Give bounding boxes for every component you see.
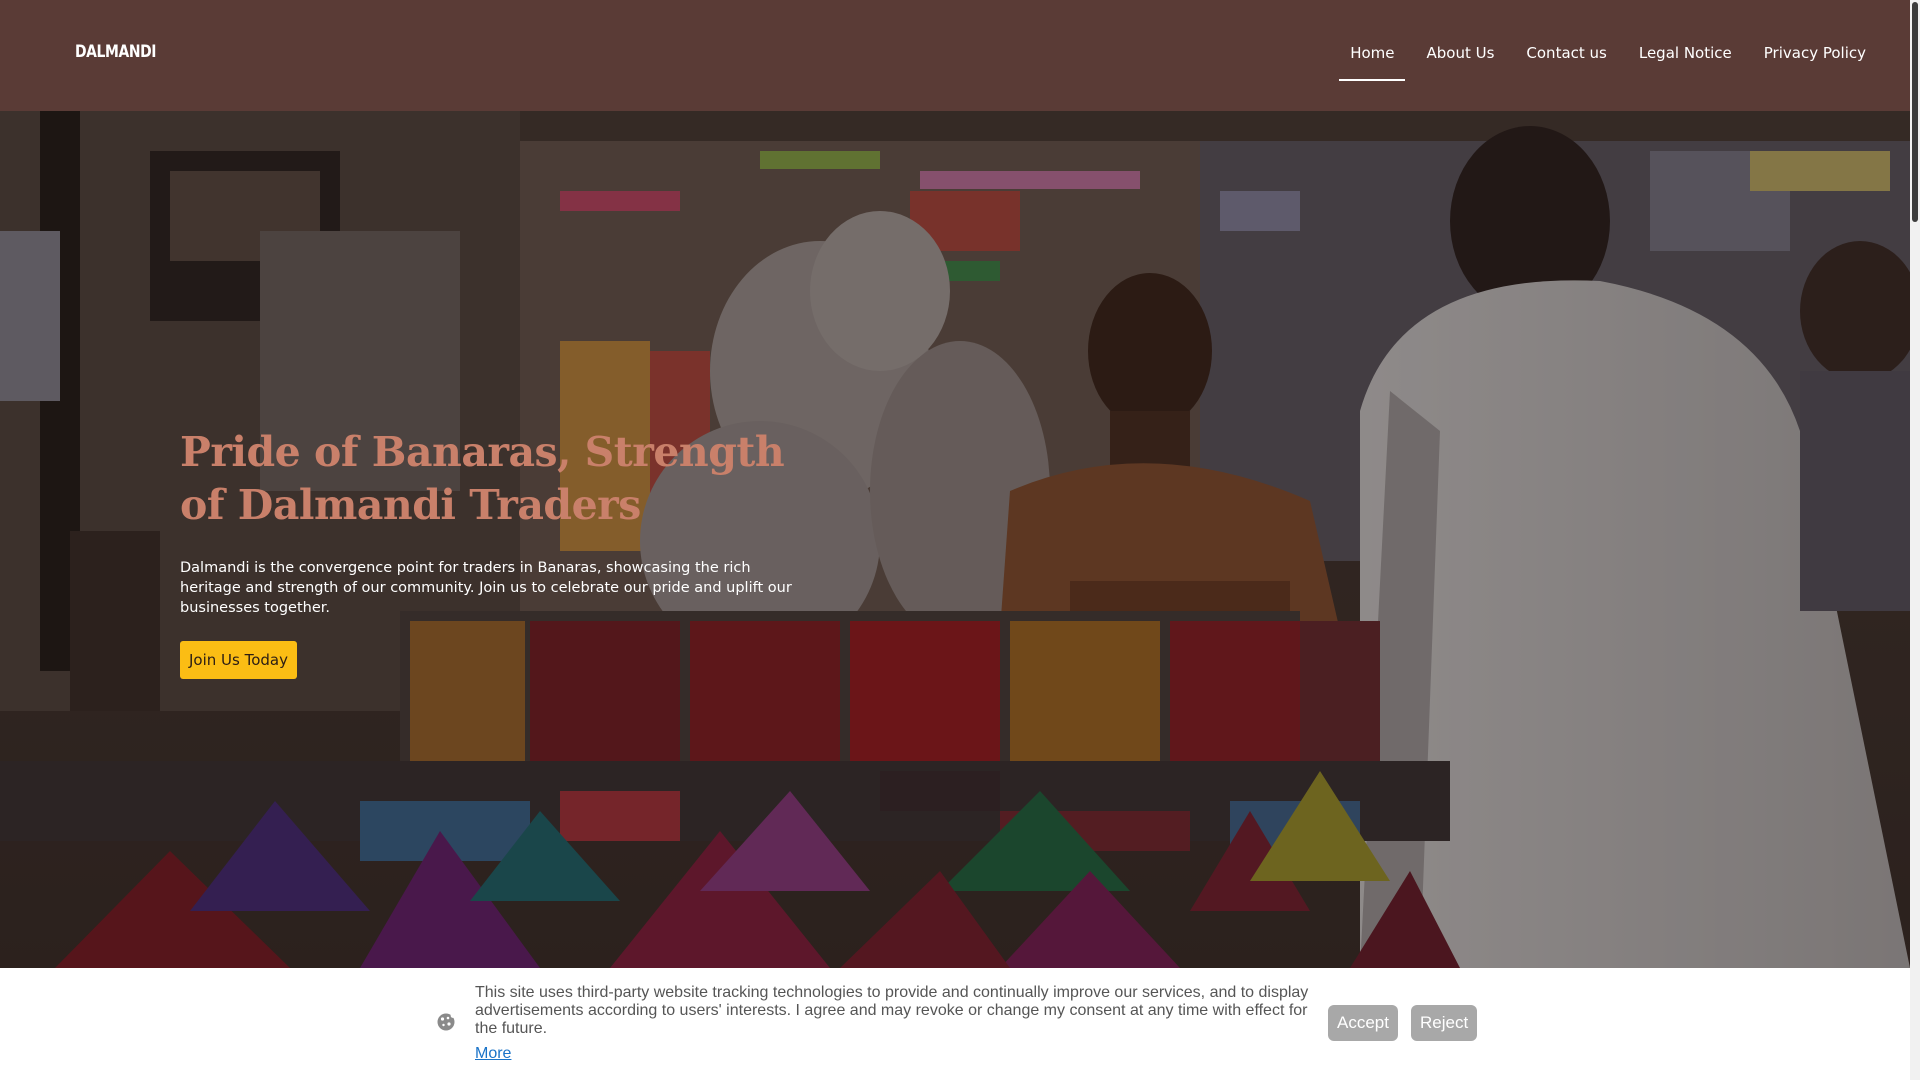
nav-legal-notice[interactable]: Legal Notice [1623,44,1748,62]
cookie-consent-text: This site uses third-party website track… [475,984,1309,1037]
site-header: DALMANDI Home About Us Contact us Legal … [0,0,1910,111]
nav-contact-us[interactable]: Contact us [1510,44,1622,62]
nav-about-us[interactable]: About Us [1410,44,1510,62]
site-logo[interactable]: DALMANDI [75,42,156,62]
join-us-button[interactable]: Join Us Today [180,641,297,679]
cookie-reject-button[interactable]: Reject [1411,1005,1478,1041]
scrollbar-thumb[interactable] [1912,2,1918,222]
cookie-icon [437,1013,456,1031]
hero-title: Pride of Banaras, Strength of Dalmandi T… [180,428,785,529]
page-scrollbar[interactable] [1910,0,1920,1080]
cookie-accept-button[interactable]: Accept [1328,1005,1398,1041]
hero-section: Pride of Banaras, Strength of Dalmandi T… [0,111,1910,968]
hero-description: Dalmandi is the convergence point for tr… [180,560,792,616]
nav-privacy-policy[interactable]: Privacy Policy [1748,44,1882,62]
main-nav: Home About Us Contact us Legal Notice Pr… [1334,44,1882,81]
cookie-more-link[interactable]: More [475,1045,511,1063]
nav-home[interactable]: Home [1334,44,1410,81]
hero-dark-overlay [0,111,1910,968]
